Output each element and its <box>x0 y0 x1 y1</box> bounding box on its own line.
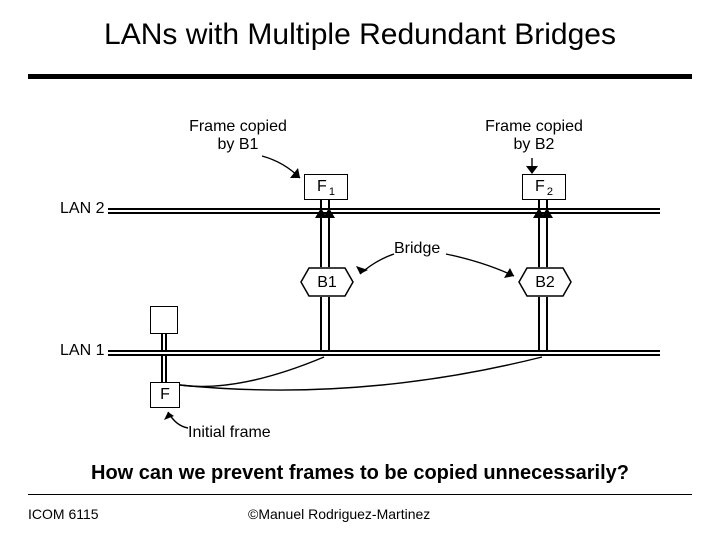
slide-title: LANs with Multiple Redundant Bridges <box>0 18 720 52</box>
frame-f1-box: F1 <box>304 174 348 200</box>
copied-b2-label: Frame copied by B2 <box>474 118 594 154</box>
slide-question: How can we prevent frames to be copied u… <box>0 462 720 485</box>
title-underline <box>28 74 692 79</box>
b1-top-b <box>328 213 330 267</box>
initial-frame-arrow <box>162 404 192 430</box>
b1-text: B1 <box>317 274 337 291</box>
lan1-line <box>108 350 660 352</box>
b2-top-a <box>538 213 540 267</box>
f2-f: F <box>535 178 545 195</box>
b2-text: B2 <box>535 274 555 291</box>
b1-top-a <box>320 213 322 267</box>
lan1-label: LAN 1 <box>60 342 104 360</box>
f-stem-a <box>161 355 163 382</box>
bridge-arrow-right <box>444 252 522 282</box>
host-stem-a <box>161 334 163 351</box>
b1-bot-a <box>320 297 322 351</box>
b2-bot-a <box>538 297 540 351</box>
course-code: ICOM 6115 <box>28 506 99 522</box>
bridge-b1: B1 <box>300 267 354 297</box>
b2-bot-b <box>546 297 548 351</box>
copied-b2-l2: by B2 <box>474 136 594 154</box>
host-box <box>150 306 178 334</box>
bridge-label: Bridge <box>394 240 440 258</box>
f1-stem-b <box>328 200 330 210</box>
slide: LANs with Multiple Redundant Bridges LAN… <box>0 0 720 540</box>
path-f-to-b2 <box>178 355 558 405</box>
initial-frame-label: Initial frame <box>188 424 271 442</box>
copied-b1-arrow <box>260 154 308 184</box>
lan2-line-b <box>108 212 660 214</box>
network-diagram: LAN 2 LAN 1 F Initial frame B1 <box>60 112 660 442</box>
lan2-label: LAN 2 <box>60 200 104 218</box>
bridge-arrow-left <box>352 252 396 280</box>
copied-b2-arrow <box>522 156 542 178</box>
b2-top-b <box>546 213 548 267</box>
copyright-text: ©Manuel Rodriguez-Martinez <box>248 506 430 522</box>
footer-line <box>28 494 692 495</box>
b1-bot-b <box>328 297 330 351</box>
bridge-b2: B2 <box>518 267 572 297</box>
f1-f: F <box>317 178 327 195</box>
f2-sub: 2 <box>547 186 553 198</box>
copied-b2-l1: Frame copied <box>474 118 594 136</box>
f2-stem-b <box>546 200 548 210</box>
f-stem-b <box>165 355 167 382</box>
f1-sub: 1 <box>329 186 335 198</box>
copied-b1-l2: by B1 <box>178 136 298 154</box>
frame-f-text: F <box>160 386 170 403</box>
f2-stem-a <box>538 200 540 210</box>
copied-b1-label: Frame copied by B1 <box>178 118 298 154</box>
host-stem-b <box>165 334 167 351</box>
f1-stem-a <box>320 200 322 210</box>
copied-b1-l1: Frame copied <box>178 118 298 136</box>
lan2-line <box>108 208 660 210</box>
